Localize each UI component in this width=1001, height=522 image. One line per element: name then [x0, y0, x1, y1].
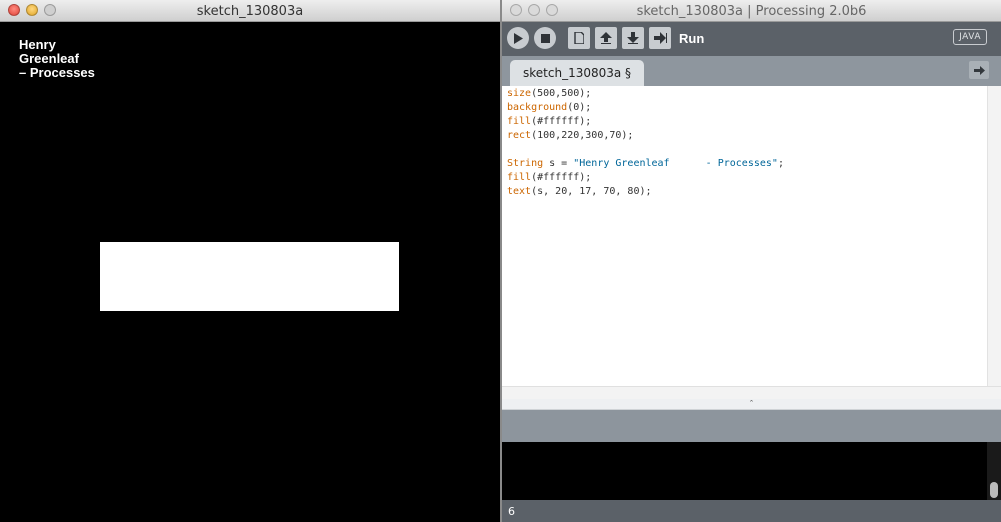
code-token: (500,500);	[531, 88, 592, 99]
code-token: (s, 20, 17, 70, 80);	[531, 186, 652, 197]
stop-button[interactable]	[534, 27, 556, 49]
pde-window: sketch_130803a | Processing 2.0b6 Run JA…	[502, 0, 1001, 522]
code-line: text(s, 20, 17, 70, 80);	[507, 185, 981, 199]
code-token: text	[507, 186, 532, 197]
tab-bar: sketch_130803a §	[502, 56, 1001, 86]
code-token: fill	[507, 116, 532, 127]
save-button[interactable]	[622, 27, 644, 49]
message-area	[502, 410, 1001, 442]
code-token: String	[507, 158, 544, 169]
caret-up-icon: ˆ	[750, 399, 753, 409]
console-scrollbar-thumb[interactable]	[990, 482, 998, 498]
stop-icon	[540, 33, 550, 43]
sketch-canvas[interactable]: Henry Greenleaf – Processes	[0, 22, 500, 522]
code-token: fill	[507, 172, 532, 183]
editor-horizontal-scrollbar[interactable]	[502, 386, 1001, 399]
code-line: background(0);	[507, 101, 981, 115]
code-token: (#ffffff);	[531, 116, 592, 127]
tab-sketch[interactable]: sketch_130803a §	[510, 60, 645, 86]
run-button[interactable]	[507, 27, 529, 49]
code-area[interactable]: size(500,500); background(0); fill(#ffff…	[507, 87, 981, 199]
code-line: String s = "Henry Greenleaf - Processes"…	[507, 157, 981, 171]
code-line: fill(#ffffff);	[507, 171, 981, 185]
run-icon	[514, 32, 523, 44]
toolbar-status-label: Run	[679, 31, 705, 46]
code-token: (100,220,300,70);	[531, 130, 634, 141]
code-token: rect	[507, 130, 532, 141]
status-bar: 6	[502, 500, 1001, 522]
code-line: fill(#ffffff);	[507, 115, 981, 129]
canvas-text: Henry Greenleaf – Processes	[19, 37, 95, 80]
code-token: background	[507, 102, 568, 113]
split-divider[interactable]: ˆ	[502, 399, 1001, 410]
mode-button[interactable]: JAVA	[953, 29, 987, 45]
sketch-window: sketch_130803a Henry Greenleaf – Process…	[0, 0, 500, 522]
code-editor[interactable]: size(500,500); background(0); fill(#ffff…	[502, 86, 1001, 386]
export-button[interactable]	[649, 27, 671, 49]
code-token: ;	[777, 158, 784, 169]
code-token: size	[507, 88, 532, 99]
code-token: (#ffffff);	[531, 172, 592, 183]
pde-window-title: sketch_130803a | Processing 2.0b6	[636, 4, 867, 19]
sketch-titlebar: sketch_130803a	[0, 0, 500, 22]
toolbar: Run JAVA	[502, 22, 1001, 56]
editor-vertical-scrollbar[interactable]	[987, 86, 1001, 386]
arrow-right-icon	[973, 65, 985, 75]
sketch-window-title: sketch_130803a	[196, 4, 304, 19]
code-line: rect(100,220,300,70);	[507, 129, 981, 143]
canvas-rectangle	[100, 242, 399, 311]
code-token: s =	[543, 158, 574, 169]
new-icon	[574, 32, 584, 44]
new-button[interactable]	[568, 27, 590, 49]
code-token: "Henry Greenleaf - Processes"	[573, 158, 778, 169]
code-line: size(500,500);	[507, 87, 981, 101]
line-number: 6	[508, 505, 515, 518]
export-icon	[653, 32, 667, 44]
console-scrollbar[interactable]	[987, 442, 1001, 500]
open-icon	[600, 32, 612, 44]
pde-titlebar: sketch_130803a | Processing 2.0b6	[502, 0, 1001, 22]
code-token: (0);	[567, 102, 592, 113]
console[interactable]	[502, 442, 1001, 500]
save-icon	[627, 32, 639, 44]
open-button[interactable]	[595, 27, 617, 49]
tab-menu-button[interactable]	[969, 61, 989, 79]
